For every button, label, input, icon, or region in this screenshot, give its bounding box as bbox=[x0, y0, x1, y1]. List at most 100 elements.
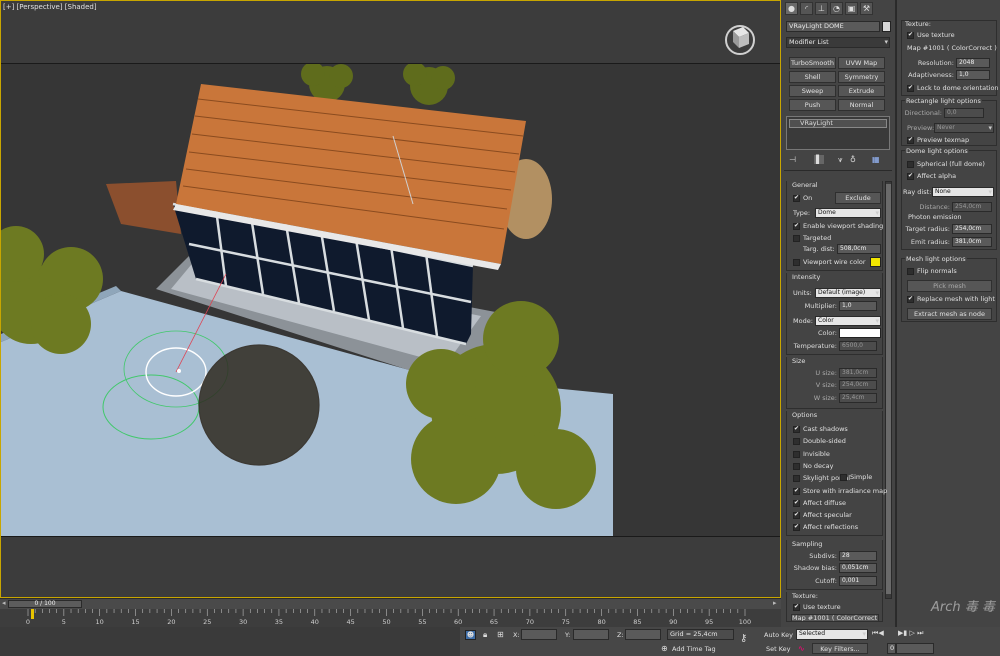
options-title[interactable]: Options bbox=[792, 411, 817, 419]
enable-viewport-shading-checkbox[interactable] bbox=[793, 222, 800, 230]
create-tab-icon[interactable]: ● bbox=[785, 2, 798, 15]
option-checkbox[interactable] bbox=[793, 462, 800, 470]
option-checkbox[interactable] bbox=[793, 438, 800, 446]
w-size-spinner[interactable]: 25,4cm bbox=[839, 393, 877, 403]
modifier-button-sweep[interactable]: Sweep bbox=[789, 85, 836, 97]
subdivs-spinner[interactable]: 28 bbox=[839, 551, 877, 561]
modify-tab-icon[interactable]: ◜ bbox=[800, 2, 813, 15]
use-texture-checkbox[interactable] bbox=[793, 603, 800, 611]
pick-mesh-button[interactable]: Pick mesh bbox=[907, 280, 992, 292]
scrollbar-thumb[interactable] bbox=[886, 184, 891, 594]
preview-texmap-checkbox[interactable] bbox=[907, 136, 914, 144]
display-tab-icon[interactable]: ▣ bbox=[845, 2, 858, 15]
texture-map-button[interactable]: Map #1001 ( ColorCorrect ) bbox=[791, 614, 879, 622]
mode-dropdown[interactable]: Color bbox=[815, 316, 881, 326]
v-size-spinner[interactable]: 254,0cm bbox=[839, 380, 877, 390]
temperature-spinner[interactable]: 6500,0 bbox=[839, 341, 877, 351]
object-color-swatch[interactable] bbox=[882, 21, 891, 32]
option-checkbox[interactable] bbox=[793, 511, 800, 520]
x-coordinate-field[interactable] bbox=[521, 629, 557, 640]
time-slider-thumb[interactable]: 0 / 100 bbox=[8, 600, 82, 608]
current-frame-field[interactable]: 0 bbox=[887, 643, 896, 654]
simple-checkbox[interactable] bbox=[840, 474, 847, 481]
modifier-button-shell[interactable]: Shell bbox=[789, 71, 836, 83]
spherical-checkbox[interactable] bbox=[907, 161, 914, 168]
light-color-swatch[interactable] bbox=[839, 328, 881, 338]
modifier-stack-item[interactable]: VRayLight bbox=[789, 119, 887, 128]
key-selection-dropdown[interactable]: Selected bbox=[796, 629, 868, 640]
maxscript-listener[interactable] bbox=[0, 627, 460, 656]
viewport-wire-color-checkbox[interactable] bbox=[793, 259, 800, 266]
general-title[interactable]: General bbox=[792, 181, 818, 189]
directional-spinner[interactable]: 0,0 bbox=[944, 108, 984, 118]
size-title[interactable]: Size bbox=[792, 357, 805, 365]
configure-sets-icon[interactable]: ▦ bbox=[872, 155, 880, 164]
target-radius-spinner[interactable]: 254,0cm bbox=[952, 224, 992, 234]
time-tag-icon[interactable]: ⊕ bbox=[661, 644, 668, 653]
option-checkbox[interactable] bbox=[793, 487, 800, 495]
affect-alpha-checkbox[interactable] bbox=[907, 172, 914, 180]
key-filters-button[interactable]: Key Filters... bbox=[812, 643, 868, 654]
flip-normals-checkbox[interactable] bbox=[907, 268, 914, 275]
distance-spinner[interactable]: 254,0cm bbox=[952, 202, 992, 212]
pin-stack-icon[interactable]: ⊣ bbox=[789, 155, 796, 164]
intensity-title[interactable]: Intensity bbox=[792, 273, 820, 281]
set-keys-key-icon[interactable]: ⚷ bbox=[740, 633, 747, 644]
adaptiveness-spinner[interactable]: 1,0 bbox=[956, 70, 990, 80]
viewport-label-menu[interactable]: [+] [Perspective] [Shaded] bbox=[3, 3, 97, 11]
on-checkbox[interactable] bbox=[793, 194, 800, 202]
exclude-button[interactable]: Exclude bbox=[835, 192, 881, 204]
option-checkbox[interactable] bbox=[793, 523, 800, 532]
option-checkbox[interactable] bbox=[793, 450, 800, 458]
time-slider[interactable]: ◂ 0 / 100 ▸ bbox=[0, 599, 781, 609]
utilities-tab-icon[interactable]: ⚒ bbox=[860, 2, 873, 15]
modifier-button-extrude[interactable]: Extrude bbox=[838, 85, 885, 97]
resolution-spinner[interactable]: 2048 bbox=[956, 58, 990, 68]
units-dropdown[interactable]: Default (image) bbox=[815, 288, 881, 298]
y-coordinate-field[interactable] bbox=[573, 629, 609, 640]
option-checkbox[interactable] bbox=[793, 425, 800, 433]
modifier-stack[interactable]: VRayLight bbox=[786, 116, 890, 150]
next-frame-icon[interactable]: ▸ bbox=[773, 599, 777, 607]
lock-icon[interactable]: 🔒︎ bbox=[483, 630, 487, 640]
previous-frame-icon[interactable]: ◀ bbox=[878, 629, 883, 637]
texture-title[interactable]: Texture: bbox=[792, 592, 818, 600]
modifier-list-dropdown[interactable]: Modifier List bbox=[786, 37, 890, 48]
modifier-button-symmetry[interactable]: Symmetry bbox=[838, 71, 885, 83]
absolute-mode-icon[interactable]: ⊞ bbox=[497, 630, 504, 639]
add-time-tag-button[interactable]: Add Time Tag bbox=[672, 645, 716, 653]
replace-mesh-checkbox[interactable] bbox=[907, 295, 914, 303]
option-checkbox[interactable] bbox=[793, 499, 800, 507]
option-checkbox[interactable] bbox=[793, 475, 800, 483]
modifier-button-turbosmooth[interactable]: TurboSmooth bbox=[789, 57, 836, 69]
cutoff-spinner[interactable]: 0,001 bbox=[839, 576, 877, 586]
modifier-button-push[interactable]: Push bbox=[789, 99, 836, 111]
ray-dist-dropdown[interactable]: None bbox=[932, 187, 994, 197]
key-mode-icon[interactable]: ∿ bbox=[798, 644, 805, 653]
sampling-title[interactable]: Sampling bbox=[792, 540, 822, 548]
shadow-bias-spinner[interactable]: 0,051cm bbox=[839, 563, 877, 573]
prev-frame-icon[interactable]: ◂ bbox=[2, 599, 6, 607]
u-size-spinner[interactable]: 381,0cm bbox=[839, 368, 877, 378]
type-dropdown[interactable]: Dome bbox=[815, 208, 881, 218]
selection-lock-icon[interactable]: ☻ bbox=[465, 630, 476, 640]
panel2-use-texture-checkbox[interactable] bbox=[907, 31, 914, 39]
time-config-field[interactable] bbox=[896, 643, 934, 654]
lock-dome-checkbox[interactable] bbox=[907, 84, 914, 92]
viewport-perspective[interactable]: [+] [Perspective] [Shaded] bbox=[0, 0, 781, 598]
texture-map-name[interactable]: Map #1001 ( ColorCorrect ) bbox=[907, 44, 997, 52]
play-icon[interactable]: ▶▮ ▷ ⏭ bbox=[898, 629, 923, 638]
modifier-button-uvw-map[interactable]: UVW Map bbox=[838, 57, 885, 69]
z-coordinate-field[interactable] bbox=[625, 629, 661, 640]
hierarchy-tab-icon[interactable]: ⊥ bbox=[815, 2, 828, 15]
wire-color-swatch[interactable] bbox=[870, 257, 881, 267]
preview-dropdown[interactable]: Never bbox=[934, 123, 994, 133]
modifier-button-normal[interactable]: Normal bbox=[838, 99, 885, 111]
targeted-checkbox[interactable] bbox=[793, 235, 800, 242]
motion-tab-icon[interactable]: ◔ bbox=[830, 2, 843, 15]
remove-modifier-icon[interactable]: ♁ bbox=[850, 155, 856, 164]
track-bar[interactable]: 0 5 10 15 20 25 30 35 40 45 50 55 60 65 70 75 80 85 90 95 10… bbox=[0, 609, 781, 627]
object-name-field[interactable]: VRayLight DOME bbox=[786, 21, 880, 32]
emit-radius-spinner[interactable]: 381,0cm bbox=[952, 237, 992, 247]
set-key-button[interactable]: Set Key bbox=[766, 645, 791, 653]
